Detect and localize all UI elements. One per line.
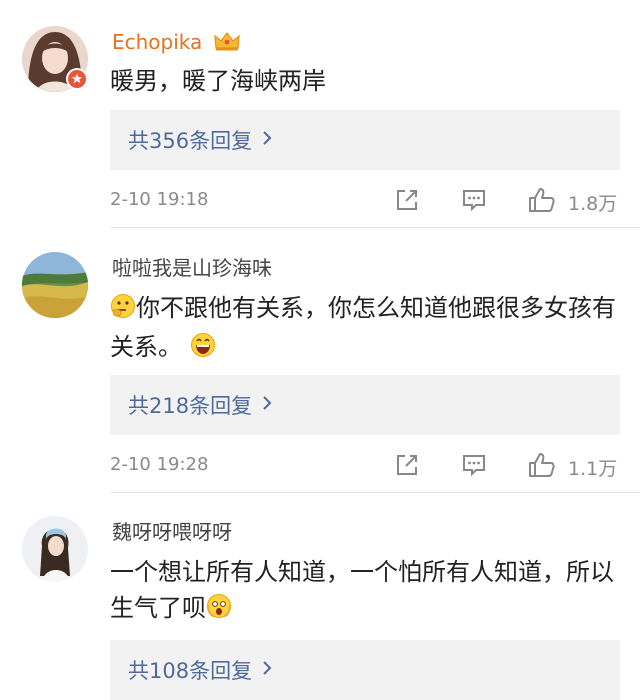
comment-meta: 2-10 19:28 1.1万 [110,451,622,481]
replies-button[interactable]: 共108条回复 [110,640,620,700]
like-icon[interactable] [527,451,557,483]
vip-badge-icon [66,68,88,90]
chevron-right-icon [262,130,272,150]
like-count: 1.1万 [568,458,618,480]
replies-label: 共108条回复 [128,659,253,683]
share-icon[interactable] [393,186,421,218]
comment-meta: 2-10 19:18 1.8万 [110,186,622,216]
username[interactable]: 啦啦我是山珍海味 [112,256,272,280]
divider [110,492,640,493]
grin-emoji-icon [190,332,216,368]
comment-text-content: 一个想让所有人知道，一个怕所有人知道，所以生气了呗 [110,558,614,622]
share-icon[interactable] [393,451,421,483]
username[interactable]: Echopika [112,30,241,57]
username-text[interactable]: Echopika [112,30,202,54]
avatar[interactable] [22,252,88,318]
shocked-emoji-icon [206,593,232,629]
avatar[interactable] [22,516,88,582]
comment-icon[interactable] [460,186,488,218]
comment-text: 你不跟他有关系，你怎么知道他跟很多女孩有关系。 [110,290,630,368]
crown-icon [213,30,241,57]
username[interactable]: 魏呀呀喂呀呀 [112,520,232,544]
like-icon[interactable] [527,186,557,218]
divider [110,227,640,228]
replies-label: 共356条回复 [128,129,253,153]
comment-text: 一个想让所有人知道，一个怕所有人知道，所以生气了呗 [110,554,630,629]
replies-button[interactable]: 共218条回复 [110,375,620,435]
chevron-right-icon [262,395,272,415]
chevron-right-icon [262,660,272,680]
timestamp: 2-10 19:28 [110,454,209,475]
comment-icon[interactable] [460,451,488,483]
username-text[interactable]: 魏呀呀喂呀呀 [112,520,232,544]
thinking-emoji-icon [110,293,136,329]
timestamp: 2-10 19:18 [110,189,209,210]
username-text[interactable]: 啦啦我是山珍海味 [112,256,272,280]
comment-text: 暖男，暖了海峡两岸 [110,67,326,95]
replies-button[interactable]: 共356条回复 [110,110,620,170]
like-count: 1.8万 [568,193,618,215]
comment-text-content: 你不跟他有关系，你怎么知道他跟很多女孩有关系。 [110,294,616,361]
replies-label: 共218条回复 [128,394,253,418]
